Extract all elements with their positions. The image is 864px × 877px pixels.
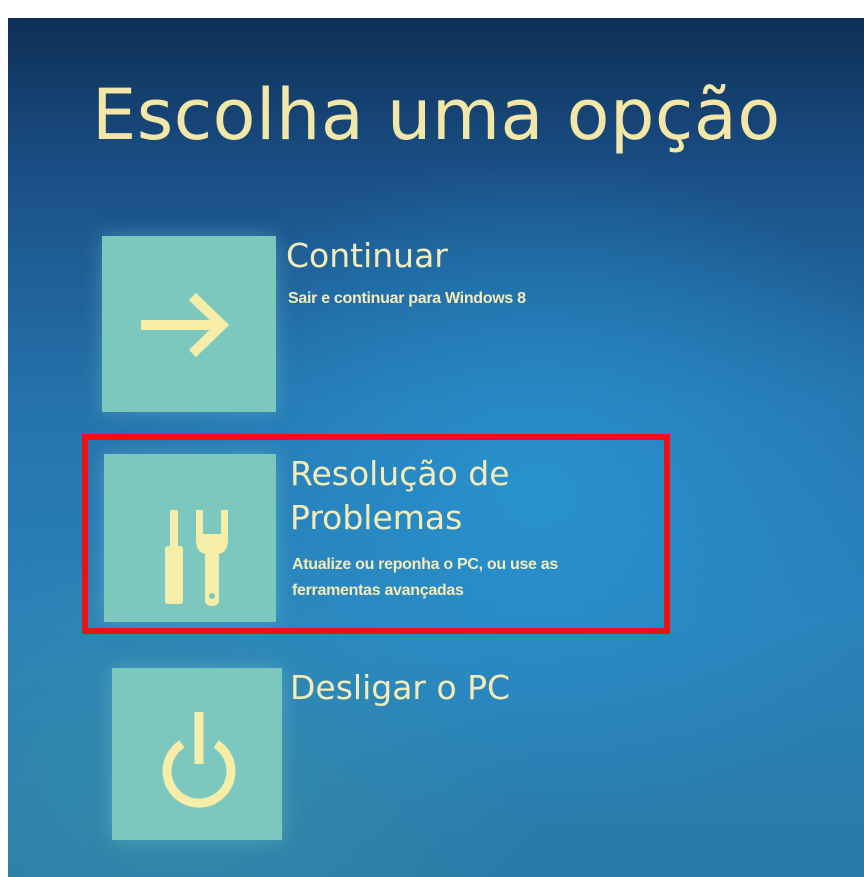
troubleshoot-tile[interactable]: [104, 454, 276, 622]
continue-title: Continuar: [286, 236, 448, 275]
shutdown-option[interactable]: Desligar o PC: [112, 668, 592, 840]
continue-description: Sair e continuar para Windows 8: [288, 290, 526, 307]
continue-option[interactable]: Continuar Sair e continuar para Windows …: [102, 236, 602, 412]
tools-icon: [165, 510, 228, 606]
arrow-right-icon: [141, 292, 230, 358]
power-icon: [162, 712, 236, 808]
page-title: Escolha uma opção: [92, 74, 781, 156]
shutdown-title: Desligar o PC: [290, 668, 511, 707]
troubleshoot-option[interactable]: Resolução de Problemas Atualize ou repon…: [104, 454, 654, 626]
troubleshoot-title-line2: Problemas: [290, 498, 463, 537]
continue-tile[interactable]: [102, 236, 276, 412]
troubleshoot-description-line2: ferramentas avançadas: [292, 582, 464, 599]
troubleshoot-description-line1: Atualize ou reponha o PC, ou use as: [292, 556, 558, 573]
shutdown-tile[interactable]: [112, 668, 282, 840]
troubleshoot-title-line1: Resolução de: [290, 454, 510, 493]
recovery-screen: Escolha uma opção Continuar Sair e conti…: [8, 18, 864, 877]
